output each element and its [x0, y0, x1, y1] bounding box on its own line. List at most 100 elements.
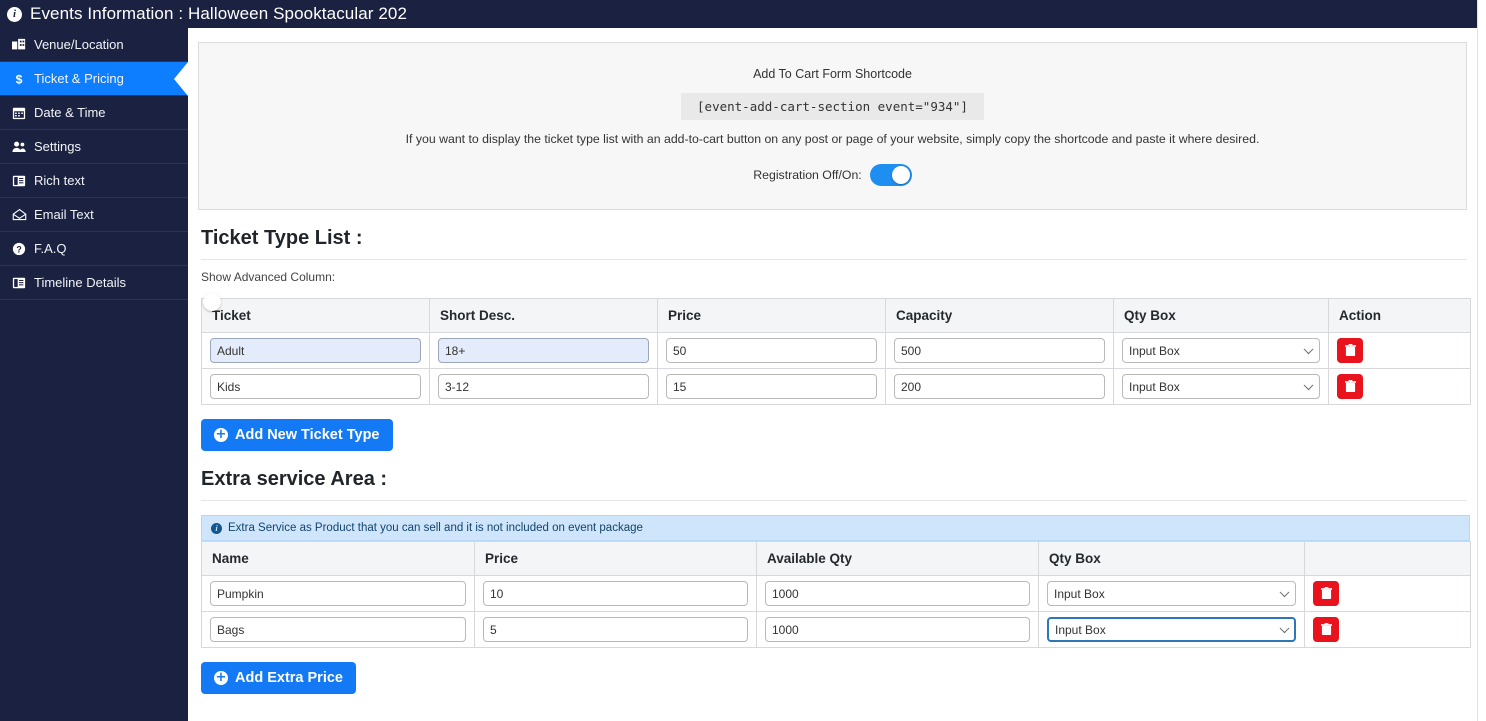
app-root: i Events Information : Halloween Spookta… — [0, 0, 1486, 721]
table-row: Input BoxDropdownHidden — [202, 612, 1471, 648]
sidebar-item-faq[interactable]: ? F.A.Q — [0, 232, 188, 266]
building-icon — [12, 38, 32, 52]
column-header-price: Price — [658, 299, 886, 333]
delete-ticket-button[interactable] — [1337, 338, 1363, 363]
add-new-ticket-type-button[interactable]: + Add New Ticket Type — [201, 419, 393, 451]
advanced-column-label: Show Advanced Column: — [201, 270, 1467, 284]
users-icon — [12, 140, 32, 154]
registration-toggle[interactable] — [870, 164, 912, 186]
column-header-price: Price — [475, 542, 757, 576]
envelope-open-icon — [12, 208, 32, 222]
cell-short-desc — [430, 333, 658, 369]
sidebar-item-label: F.A.Q — [34, 241, 67, 256]
extra-service-info-text: Extra Service as Product that you can se… — [228, 522, 643, 534]
extra-service-info-alert: i Extra Service as Product that you can … — [201, 515, 1470, 541]
ticket-table-header-row: Ticket Short Desc. Price Capacity Qty Bo… — [202, 299, 1471, 333]
svg-text:$: $ — [16, 72, 23, 86]
sidebar-item-label: Settings — [34, 139, 81, 154]
ticket-price-input[interactable] — [666, 374, 877, 399]
cell-capacity — [886, 369, 1114, 405]
window-title-bar: i Events Information : Halloween Spookta… — [0, 0, 1477, 28]
cell-price — [658, 369, 886, 405]
shortcode-title: Add To Cart Form Shortcode — [199, 67, 1466, 81]
sidebar-item-label: Rich text — [34, 173, 85, 188]
sidebar-item-venue-location[interactable]: Venue/Location — [0, 28, 188, 62]
cell-available-qty — [757, 576, 1039, 612]
question-circle-icon: ? — [12, 242, 32, 256]
page-scrollbar[interactable] — [1477, 0, 1486, 721]
extra-qty-box-select[interactable]: Input BoxDropdownHidden — [1047, 581, 1296, 606]
trash-icon — [1321, 587, 1332, 600]
shortcode-description: If you want to display the ticket type l… — [199, 132, 1466, 146]
shortcode-value[interactable]: [event-add-cart-section event="934"] — [681, 93, 984, 120]
extra-price-input[interactable] — [483, 581, 748, 606]
sidebar-item-timeline-details[interactable]: Timeline Details — [0, 266, 188, 300]
delete-ticket-button[interactable] — [1337, 374, 1363, 399]
extra-price-input[interactable] — [483, 617, 748, 642]
cell-ticket — [202, 369, 430, 405]
column-header-name: Name — [202, 542, 475, 576]
ticket-short-desc-input[interactable] — [438, 374, 649, 399]
sidebar-item-label: Ticket & Pricing — [34, 71, 124, 86]
extra-available-qty-input[interactable] — [765, 581, 1030, 606]
ticket-qty-box-select[interactable]: Input BoxDropdownHidden — [1122, 374, 1320, 399]
ticket-qty-box-select[interactable]: Input BoxDropdownHidden — [1122, 338, 1320, 363]
extra-table-header-row: Name Price Available Qty Qty Box — [202, 542, 1471, 576]
advanced-column-control: Show Advanced Column: — [201, 270, 1467, 284]
sidebar-item-label: Date & Time — [34, 105, 106, 120]
ticket-capacity-input[interactable] — [894, 338, 1105, 363]
column-header-qty-box: Qty Box — [1114, 299, 1329, 333]
column-header-capacity: Capacity — [886, 299, 1114, 333]
cell-price — [475, 576, 757, 612]
cell-name — [202, 576, 475, 612]
trash-icon — [1321, 623, 1332, 636]
ticket-name-input[interactable] — [210, 374, 421, 399]
cell-qty-box: Input BoxDropdownHidden — [1114, 369, 1329, 405]
sidebar-item-label: Venue/Location — [34, 37, 124, 52]
add-extra-price-button[interactable]: + Add Extra Price — [201, 662, 356, 694]
toggle-knob — [203, 293, 221, 311]
extra-service-table: Name Price Available Qty Qty Box Input B… — [201, 541, 1471, 648]
cell-action — [1329, 333, 1471, 369]
sidebar-item-email-text[interactable]: Email Text — [0, 198, 188, 232]
extra-name-input[interactable] — [210, 617, 466, 642]
extra-available-qty-input[interactable] — [765, 617, 1030, 642]
ticket-price-input[interactable] — [666, 338, 877, 363]
table-row: Input BoxDropdownHidden — [202, 369, 1471, 405]
cell-available-qty — [757, 612, 1039, 648]
cell-action — [1305, 612, 1471, 648]
ticket-short-desc-input[interactable] — [438, 338, 649, 363]
add-extra-price-label: Add Extra Price — [235, 670, 343, 686]
info-circle-icon: i — [211, 523, 222, 534]
timeline-icon — [12, 276, 32, 290]
cell-capacity — [886, 333, 1114, 369]
delete-extra-button[interactable] — [1313, 581, 1339, 606]
extra-name-input[interactable] — [210, 581, 466, 606]
sidebar-empty-space — [0, 300, 188, 720]
ticket-type-table: Ticket Short Desc. Price Capacity Qty Bo… — [201, 298, 1471, 405]
trash-icon — [1345, 344, 1356, 357]
add-new-ticket-type-label: Add New Ticket Type — [235, 427, 380, 443]
extra-qty-box-select[interactable]: Input BoxDropdownHidden — [1047, 617, 1296, 642]
cell-short-desc — [430, 369, 658, 405]
sidebar-item-label: Timeline Details — [34, 275, 126, 290]
column-header-action — [1305, 542, 1471, 576]
registration-toggle-row: Registration Off/On: — [199, 164, 1466, 186]
book-icon — [12, 174, 32, 188]
sidebar-item-ticket-pricing[interactable]: $ Ticket & Pricing — [0, 62, 188, 96]
ticket-capacity-input[interactable] — [894, 374, 1105, 399]
ticket-section-heading: Ticket Type List : — [201, 227, 1467, 260]
plus-circle-icon: + — [214, 671, 228, 685]
sidebar-item-settings[interactable]: Settings — [0, 130, 188, 164]
cell-ticket — [202, 333, 430, 369]
sidebar-item-label: Email Text — [34, 207, 94, 222]
cell-price — [475, 612, 757, 648]
ticket-name-input[interactable] — [210, 338, 421, 363]
sidebar-item-date-time[interactable]: Date & Time — [0, 96, 188, 130]
cell-price — [658, 333, 886, 369]
cell-qty-box: Input BoxDropdownHidden — [1039, 576, 1305, 612]
sidebar-item-rich-text[interactable]: Rich text — [0, 164, 188, 198]
table-row: Input BoxDropdownHidden — [202, 333, 1471, 369]
scrollbar-thumb[interactable] — [1479, 0, 1486, 230]
delete-extra-button[interactable] — [1313, 617, 1339, 642]
